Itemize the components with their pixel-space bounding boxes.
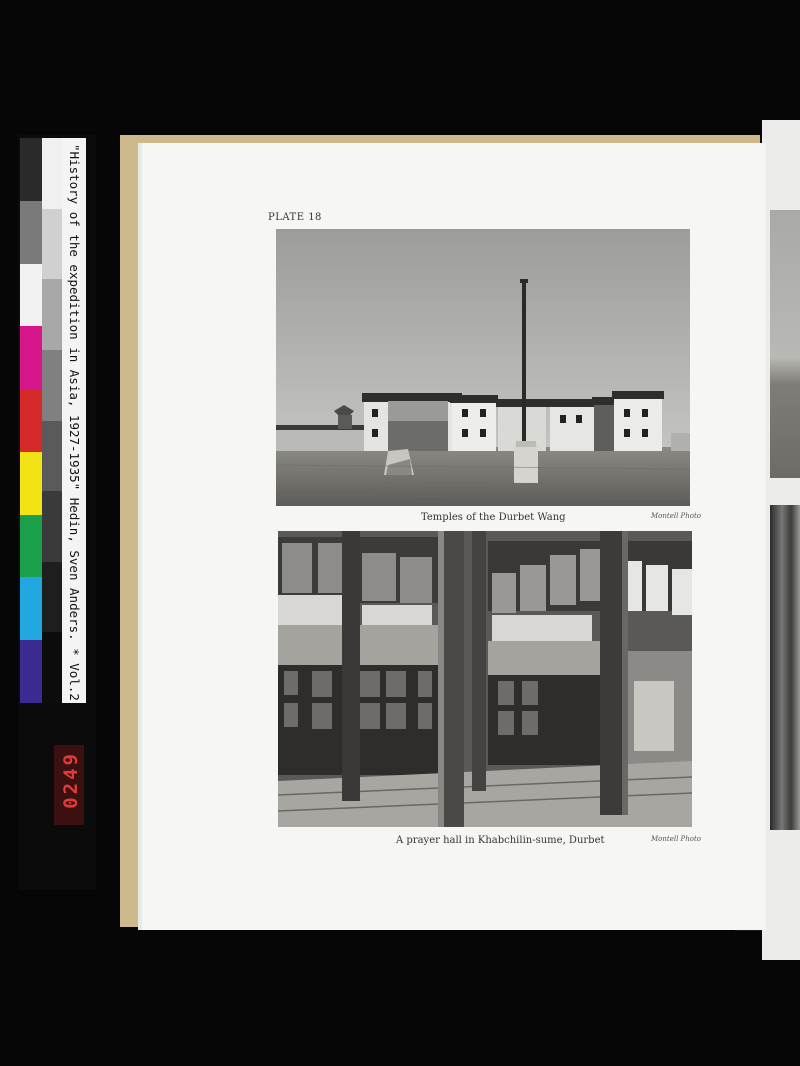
bottom-photo-caption: A prayer hall in Khabchilin-sume, Durbet	[396, 835, 605, 846]
color-swatch	[20, 200, 42, 264]
calibration-label-text: "History of the expedition in Asia, 1927…	[67, 144, 82, 701]
prayer-hall-photo	[278, 531, 692, 827]
gray-step	[42, 279, 62, 350]
color-swatches	[20, 138, 42, 703]
color-swatch	[20, 451, 42, 515]
temple-photo	[276, 229, 690, 506]
color-swatch	[20, 326, 42, 390]
gray-step	[42, 138, 62, 209]
gray-scale	[42, 138, 62, 703]
gray-step	[42, 491, 62, 562]
color-swatch	[20, 389, 42, 452]
color-swatch	[20, 138, 42, 201]
gray-step	[42, 349, 62, 421]
color-swatch	[20, 640, 42, 703]
frame-counter: 0249	[54, 745, 84, 825]
bottom-photo-credit: Montell Photo	[651, 835, 702, 843]
facing-photo-bottom	[770, 505, 800, 830]
calibration-strip: "History of the expedition in Asia, 1927…	[18, 135, 96, 890]
plate-label: PLATE 18	[268, 212, 322, 223]
top-photo-caption: Temples of the Durbet Wang	[421, 512, 566, 523]
top-photo-credit: Montell Photo	[651, 512, 702, 520]
calibration-label: "History of the expedition in Asia, 1927…	[62, 138, 86, 703]
facing-photo-top	[770, 210, 800, 478]
color-swatch	[20, 514, 42, 578]
gray-step	[42, 420, 62, 492]
frame-number: 0249	[60, 751, 82, 809]
gray-step	[42, 208, 62, 280]
gray-step	[42, 561, 62, 633]
gray-step	[42, 632, 62, 703]
color-swatch	[20, 263, 42, 327]
color-swatch	[20, 577, 42, 641]
